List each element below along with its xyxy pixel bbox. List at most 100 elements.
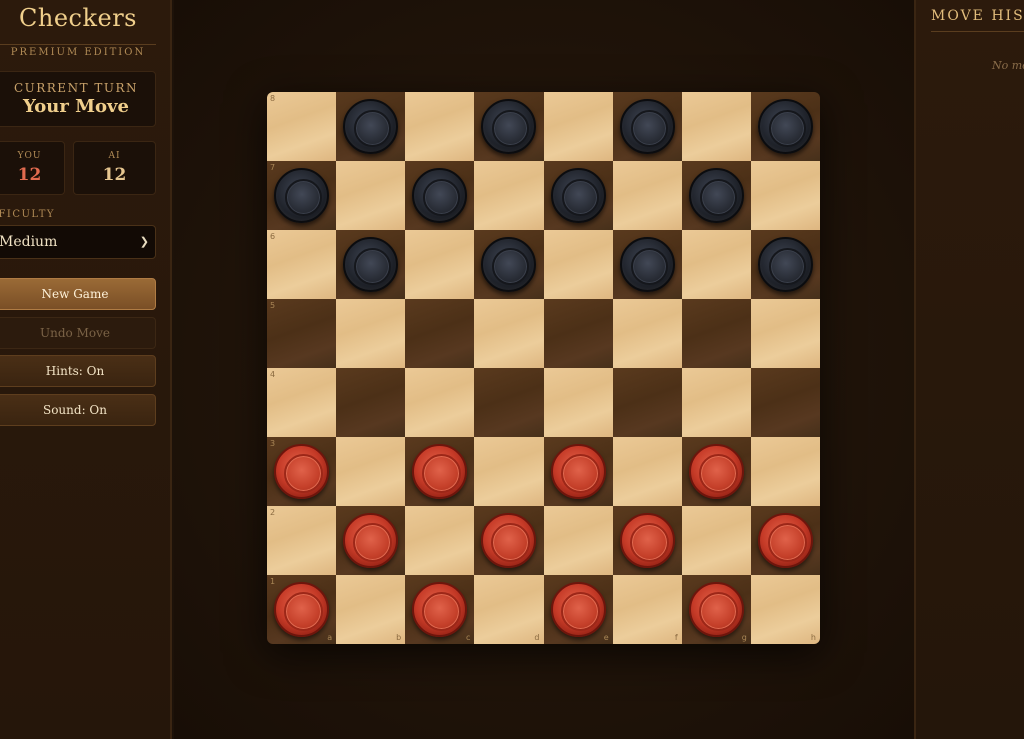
board-square[interactable] <box>612 437 682 506</box>
board-square[interactable] <box>612 299 682 368</box>
board-square[interactable] <box>474 230 544 299</box>
board-square[interactable] <box>681 161 751 230</box>
board-square[interactable] <box>336 230 406 299</box>
black-checker-piece[interactable] <box>757 99 813 154</box>
black-checker-piece[interactable] <box>274 168 329 223</box>
board-square[interactable]: 1a <box>267 575 337 644</box>
red-checker-piece[interactable] <box>274 582 329 637</box>
difficulty-select[interactable]: Medium ❯ <box>0 225 156 259</box>
board-square[interactable]: h <box>750 575 820 644</box>
black-checker-piece[interactable] <box>343 237 399 292</box>
board-square[interactable] <box>474 437 544 506</box>
board-square[interactable] <box>405 368 475 437</box>
new-game-button[interactable]: New Game <box>0 278 156 310</box>
board-square[interactable] <box>750 230 820 299</box>
board-square[interactable]: 5 <box>267 299 337 368</box>
board-square[interactable] <box>405 506 475 575</box>
black-checker-piece[interactable] <box>481 237 537 292</box>
board-square[interactable]: 2 <box>267 506 337 575</box>
board-square[interactable] <box>681 299 751 368</box>
app-title: Checkers <box>19 4 137 32</box>
red-checker-piece[interactable] <box>550 444 606 499</box>
board-square[interactable] <box>750 92 820 161</box>
board-square[interactable] <box>405 92 475 161</box>
black-checker-piece[interactable] <box>343 99 399 154</box>
board-square[interactable] <box>543 161 613 230</box>
black-checker-piece[interactable] <box>619 99 675 154</box>
red-checker-piece[interactable] <box>757 513 813 568</box>
board-square[interactable] <box>474 506 544 575</box>
black-checker-piece[interactable] <box>481 99 537 154</box>
board-square[interactable] <box>336 368 406 437</box>
board-square[interactable] <box>543 368 613 437</box>
board-square[interactable] <box>612 230 682 299</box>
board-square[interactable] <box>750 506 820 575</box>
black-checker-piece[interactable] <box>550 168 606 223</box>
board-square[interactable] <box>543 437 613 506</box>
board-square[interactable] <box>750 437 820 506</box>
file-label: h <box>810 633 816 642</box>
board-square[interactable]: 6 <box>267 230 337 299</box>
board-square[interactable] <box>612 92 682 161</box>
move-history-empty-text: No mo <box>992 59 1024 72</box>
board-square[interactable] <box>474 368 544 437</box>
red-checker-piece[interactable] <box>343 513 399 568</box>
board-square[interactable] <box>405 230 475 299</box>
red-checker-piece[interactable] <box>412 582 468 637</box>
board-square[interactable] <box>543 299 613 368</box>
board-square[interactable]: d <box>474 575 544 644</box>
board-square[interactable] <box>543 230 613 299</box>
board-square[interactable]: g <box>681 575 751 644</box>
file-label: b <box>396 633 402 642</box>
red-checker-piece[interactable] <box>412 444 468 499</box>
board-square[interactable]: e <box>543 575 613 644</box>
board-square[interactable] <box>681 368 751 437</box>
board-square[interactable] <box>336 161 406 230</box>
red-checker-piece[interactable] <box>481 513 537 568</box>
board-square[interactable] <box>681 506 751 575</box>
undo-move-button[interactable]: Undo Move <box>0 317 156 349</box>
board-square[interactable] <box>336 437 406 506</box>
board-square[interactable] <box>336 92 406 161</box>
current-turn-value: Your Move <box>23 96 129 117</box>
red-checker-piece[interactable] <box>619 513 675 568</box>
board-square[interactable]: f <box>612 575 682 644</box>
rank-label: 5 <box>270 301 276 310</box>
board-square[interactable]: 4 <box>267 368 337 437</box>
board-square[interactable] <box>543 506 613 575</box>
red-checker-piece[interactable] <box>274 444 329 499</box>
sound-toggle-button[interactable]: Sound: On <box>0 394 156 426</box>
board-square[interactable] <box>681 92 751 161</box>
red-checker-piece[interactable] <box>688 444 744 499</box>
black-checker-piece[interactable] <box>688 168 744 223</box>
board-square[interactable] <box>405 437 475 506</box>
black-checker-piece[interactable] <box>412 168 468 223</box>
board-square[interactable]: 8 <box>267 92 337 161</box>
red-checker-piece[interactable] <box>688 582 744 637</box>
board-square[interactable] <box>405 161 475 230</box>
board-square[interactable] <box>612 368 682 437</box>
board-square[interactable] <box>474 92 544 161</box>
board-square[interactable]: 7 <box>267 161 337 230</box>
board-square[interactable] <box>405 299 475 368</box>
board-square[interactable] <box>750 368 820 437</box>
board-square[interactable] <box>543 92 613 161</box>
board-square[interactable] <box>612 161 682 230</box>
board-square[interactable] <box>474 299 544 368</box>
checkers-board[interactable]: 876 5 4321a bcdefg h <box>267 92 820 644</box>
board-square[interactable] <box>612 506 682 575</box>
board-square[interactable]: b <box>336 575 406 644</box>
board-square[interactable] <box>681 437 751 506</box>
black-checker-piece[interactable] <box>757 237 813 292</box>
board-square[interactable]: 3 <box>267 437 337 506</box>
board-square[interactable] <box>750 299 820 368</box>
board-square[interactable] <box>474 161 544 230</box>
board-square[interactable] <box>336 299 406 368</box>
board-square[interactable] <box>681 230 751 299</box>
board-square[interactable] <box>336 506 406 575</box>
red-checker-piece[interactable] <box>550 582 606 637</box>
board-square[interactable] <box>750 161 820 230</box>
board-square[interactable]: c <box>405 575 475 644</box>
black-checker-piece[interactable] <box>619 237 675 292</box>
hints-toggle-button[interactable]: Hints: On <box>0 355 156 387</box>
